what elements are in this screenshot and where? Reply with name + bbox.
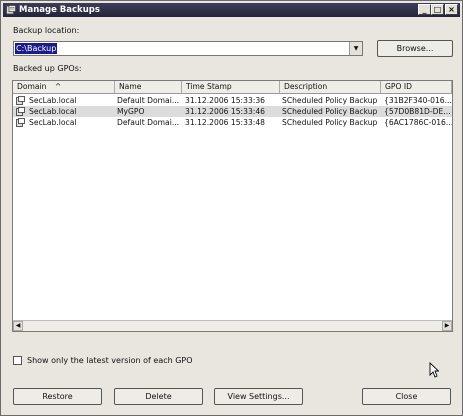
gpo-icon (16, 96, 25, 105)
scroll-left-icon[interactable]: ◀ (13, 321, 23, 331)
cell-timestamp: 31.12.2006 15:33:36 (185, 96, 265, 105)
close-button[interactable]: Close (362, 388, 451, 405)
table-row-selected[interactable]: SecLab.local MyGPO 31.12.2006 15:33:46 S… (13, 106, 452, 117)
sort-ascending-icon: ^ (54, 82, 62, 91)
column-header-description[interactable]: Description (280, 81, 381, 94)
cell-domain: SecLab.local (29, 96, 77, 105)
cell-description: SCheduled Policy Backup (282, 96, 378, 105)
gpo-icon (16, 118, 25, 127)
horizontal-scrollbar[interactable]: ◀ ▶ (13, 320, 452, 331)
latest-version-checkbox[interactable] (13, 356, 22, 365)
cell-gpo-id: {6AC1786C-016... (384, 118, 452, 127)
cell-description: SCheduled Policy Backup (282, 118, 378, 127)
cell-gpo-id: {57D0B81D-DE... (384, 107, 451, 116)
view-settings-button[interactable]: View Settings... (214, 388, 303, 405)
maximize-button[interactable]: □ (431, 4, 444, 15)
table-row[interactable]: SecLab.local Default Domai... 31.12.2006… (13, 95, 452, 106)
close-window-button[interactable]: × (445, 4, 458, 15)
backed-up-gpos-label: Backed up GPOs: (13, 64, 82, 73)
gpo-backup-list[interactable]: Domain ^ Name Time Stamp Description GPO… (12, 80, 453, 332)
cell-name: Default Domai... (117, 118, 180, 127)
cell-timestamp: 31.12.2006 15:33:48 (185, 118, 265, 127)
cell-name: Default Domai... (117, 96, 180, 105)
column-header-domain[interactable]: Domain ^ (13, 81, 115, 94)
cell-timestamp: 31.12.2006 15:33:46 (185, 107, 265, 116)
mouse-pointer-icon (429, 362, 439, 378)
title-bar[interactable]: Manage Backups _ □ × (3, 3, 460, 17)
window-title: Manage Backups (19, 5, 100, 15)
cell-domain: SecLab.local (29, 107, 77, 116)
column-header-gpo-id[interactable]: GPO ID (381, 81, 452, 94)
table-row[interactable]: SecLab.local Default Domai... 31.12.2006… (13, 117, 452, 128)
backup-location-combobox[interactable]: C:\Backup ▼ (13, 41, 363, 56)
latest-version-label[interactable]: Show only the latest version of each GPO (27, 356, 193, 365)
cell-description: SCheduled Policy Backup (282, 107, 378, 116)
cell-name: MyGPO (117, 107, 145, 116)
delete-button[interactable]: Delete (114, 388, 203, 405)
browse-button[interactable]: Browse... (377, 40, 453, 57)
restore-button[interactable]: Restore (13, 388, 102, 405)
manage-backups-window: Manage Backups _ □ × Backup location: C:… (0, 0, 463, 416)
gpo-icon (16, 107, 25, 116)
cell-gpo-id: {31B2F340-016... (384, 96, 452, 105)
gpo-backup-icon (6, 5, 16, 15)
scroll-right-icon[interactable]: ▶ (442, 321, 452, 331)
column-header-name[interactable]: Name (115, 81, 182, 94)
chevron-down-icon[interactable]: ▼ (349, 42, 362, 55)
minimize-button[interactable]: _ (418, 4, 431, 15)
backup-location-label: Backup location: (13, 26, 80, 35)
backup-location-value[interactable]: C:\Backup (15, 43, 58, 54)
cell-domain: SecLab.local (29, 118, 77, 127)
column-header-timestamp[interactable]: Time Stamp (182, 81, 280, 94)
